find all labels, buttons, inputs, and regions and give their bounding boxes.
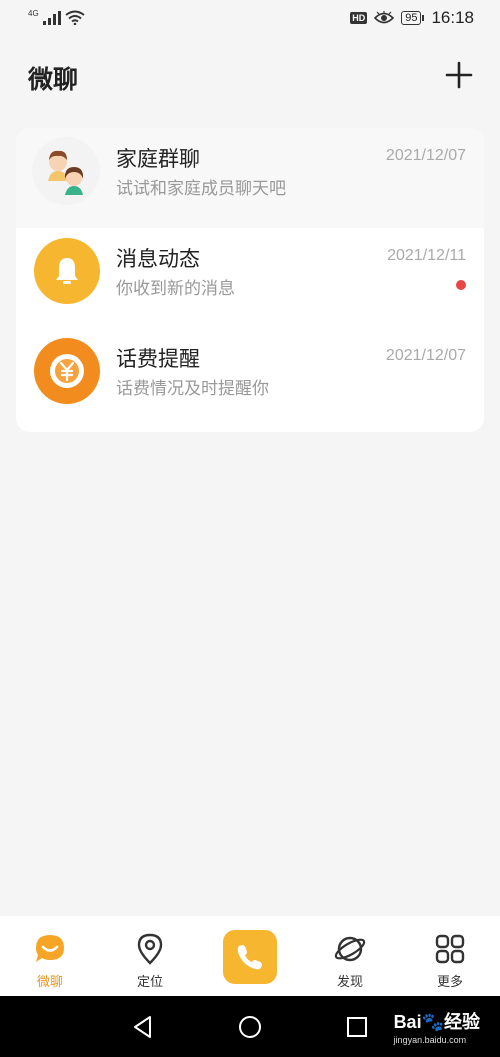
network-type: 4G	[28, 9, 39, 18]
battery-icon: 95	[401, 11, 425, 25]
chat-date: 2021/12/07	[385, 147, 466, 164]
watermark-url: jingyan.baidu.com	[393, 1035, 467, 1045]
chat-preview: 你收到新的消息	[116, 279, 235, 299]
chat-title: 话费提醒	[116, 347, 200, 371]
nav-label: 更多	[436, 975, 463, 990]
page-title: 微聊	[28, 65, 79, 94]
status-left: 4G	[28, 10, 85, 25]
nav-tab-discover[interactable]: 发现	[300, 916, 400, 996]
call-button[interactable]	[223, 930, 277, 984]
chat-item-family-group[interactable]: 家庭群聊 试试和家庭成员聊天吧 2021/12/07	[16, 128, 484, 228]
home-icon[interactable]	[235, 1012, 265, 1042]
yuan-icon	[50, 354, 84, 388]
clock: 16:18	[431, 8, 474, 27]
chat-item-message-feed[interactable]: 消息动态 你收到新的消息 2021/12/11	[16, 228, 484, 328]
system-nav-bar: Bai🐾经验 jingyan.baidu.com	[0, 996, 500, 1057]
planet-icon	[333, 932, 367, 966]
yuan-avatar	[34, 338, 100, 404]
recents-icon[interactable]	[342, 1012, 372, 1042]
battery-level: 95	[401, 11, 422, 25]
chat-preview: 试试和家庭成员聊天吧	[116, 179, 286, 199]
nav-tab-chat[interactable]: 微聊	[0, 916, 100, 996]
chat-title: 消息动态	[116, 247, 200, 271]
eye-icon	[374, 11, 395, 24]
grid-icon	[433, 932, 467, 966]
status-right: HD 95 16:18	[350, 8, 474, 28]
phone-icon	[237, 945, 262, 970]
nav-label: 发现	[336, 975, 363, 990]
nav-label: 微聊	[36, 975, 63, 990]
plus-icon[interactable]	[444, 60, 474, 90]
chat-title: 家庭群聊	[116, 147, 200, 171]
wifi-icon	[65, 10, 85, 25]
family-avatar-image	[48, 150, 84, 195]
signal-icon	[42, 11, 61, 25]
chat-list: 家庭群聊 试试和家庭成员聊天吧 2021/12/07 消息动态 你收到新的消息 …	[16, 128, 484, 432]
back-icon[interactable]	[128, 1012, 158, 1042]
unread-dot	[456, 280, 466, 290]
hd-badge: HD	[350, 12, 368, 24]
family-avatar	[32, 137, 100, 205]
chat-date: 2021/12/11	[387, 247, 466, 264]
watermark-brand: Bai🐾经验	[393, 1012, 480, 1032]
nav-label: 定位	[136, 975, 163, 990]
header: 微聊	[0, 56, 500, 100]
paw-icon: 🐾	[421, 1012, 444, 1032]
baidu-watermark: Bai🐾经验 jingyan.baidu.com	[394, 1008, 480, 1045]
chat-bubble-icon	[33, 932, 67, 966]
chat-item-billing-reminder[interactable]: 话费提醒 话费情况及时提醒你 2021/12/07	[16, 328, 484, 428]
nav-tab-more[interactable]: 更多	[400, 916, 500, 996]
location-pin-icon	[133, 932, 167, 966]
nav-tab-location[interactable]: 定位	[100, 916, 200, 996]
bell-avatar	[34, 238, 100, 304]
status-bar: 4G HD 95 16:18	[0, 0, 500, 40]
bell-icon	[56, 258, 78, 284]
chat-preview: 话费情况及时提醒你	[116, 379, 269, 399]
bottom-nav: 微聊 定位 发现 更多	[0, 916, 500, 996]
chat-date: 2021/12/07	[385, 347, 466, 364]
